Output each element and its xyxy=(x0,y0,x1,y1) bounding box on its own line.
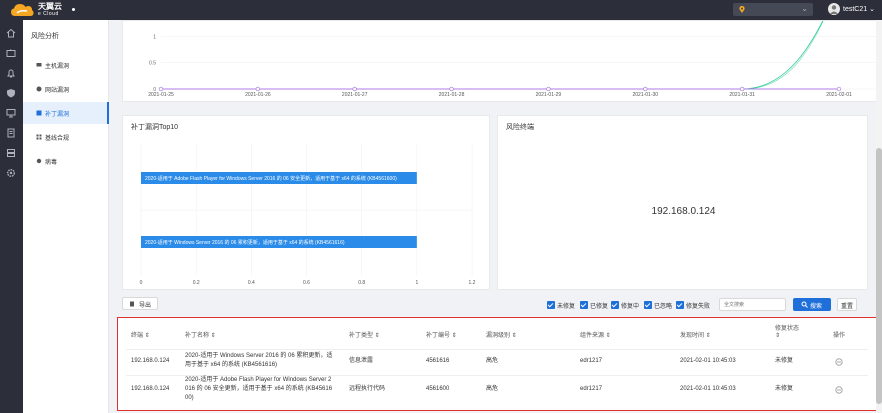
shield-icon[interactable] xyxy=(6,88,16,98)
series-point xyxy=(546,86,551,92)
col-header-type[interactable]: 补丁类型 ⇕ xyxy=(349,330,380,339)
ignore-action-icon[interactable] xyxy=(835,358,843,366)
x-tick-label: 2021-01-28 xyxy=(439,92,465,98)
col-header-source[interactable]: 组件来源 ⇕ xyxy=(580,330,611,339)
brand-dot xyxy=(72,8,75,11)
trend-line-chart: 10.502021-01-25 2021-01-26 2021-01-27 2021-… xyxy=(148,0,881,98)
ignore-action-icon[interactable] xyxy=(835,386,843,394)
series-point xyxy=(449,86,454,92)
monitor-icon xyxy=(36,63,42,67)
sidebar-item-web-vuln[interactable]: 网站漏洞 xyxy=(23,78,109,100)
sidebar-item-label: 病毒 xyxy=(45,160,58,166)
row-divider xyxy=(126,349,868,350)
sidebar-item-label: 补丁漏洞 xyxy=(45,112,70,118)
series-point xyxy=(158,86,164,92)
user-menu[interactable]: testC21 ⌄ xyxy=(843,5,875,13)
col-header-name[interactable]: 补丁名称 ⇕ xyxy=(185,330,216,339)
reset-button[interactable]: 重置 xyxy=(837,298,857,311)
sidebar-item-virus[interactable]: 病毒 xyxy=(23,150,109,172)
export-button[interactable]: 导出 xyxy=(122,297,158,310)
region-select[interactable]: ⌄ xyxy=(733,3,813,16)
search-button[interactable]: 搜索 xyxy=(793,298,831,311)
avatar[interactable] xyxy=(828,3,840,15)
x-tick-label: 2021-01-25 xyxy=(148,92,174,98)
search-icon xyxy=(801,301,808,308)
x-tick-label: 0.6 xyxy=(303,280,310,286)
x-tick-label: 2021-01-31 xyxy=(729,92,755,98)
risk-terminal-card: 风险终端 192.168.0.124 xyxy=(497,115,868,290)
sidebar-item-label: 网站漏洞 xyxy=(45,88,70,94)
x-tick-label: 1.2 xyxy=(469,280,476,286)
sidebar: 风险分析 主机漏洞 网站漏洞 补丁漏洞 基线合规 病毒 xyxy=(23,20,109,413)
series-point xyxy=(643,86,648,92)
sidebar-item-label: 基线合规 xyxy=(45,136,70,142)
series-point xyxy=(255,86,261,92)
folder-icon[interactable] xyxy=(6,48,16,58)
bar-label: 2020-适用于 Adobe Flash Player for Windows … xyxy=(145,175,397,182)
sidebar-item-host-vuln[interactable]: 主机漏洞 xyxy=(23,54,109,76)
brand-name: 天翼云 xyxy=(38,2,62,11)
location-pin-icon xyxy=(739,6,745,13)
bar-label: 2020-适用于 Windows Server 2016 的 06 累积更新，适… xyxy=(145,239,345,246)
patch-top10-bar-chart: 0 0.2 0.4 0.6 0.8 1 1.2 2020-适用于 Adobe Flash Pl… xyxy=(140,144,476,286)
x-tick-label: 2021-01-30 xyxy=(632,92,658,98)
user-name: testC21 xyxy=(843,6,868,13)
series-point xyxy=(352,86,357,92)
server-icon[interactable] xyxy=(6,148,16,158)
x-tick-label: 2021-02-01 xyxy=(826,92,852,98)
gear-icon[interactable] xyxy=(6,168,16,178)
sidebar-title: 风险分析 xyxy=(31,33,59,40)
x-tick-label: 0.4 xyxy=(248,280,255,286)
grid-icon xyxy=(36,134,42,140)
cloud-logo-icon xyxy=(11,4,34,16)
x-tick-label: 2021-01-29 xyxy=(536,92,562,98)
search-label: 搜索 xyxy=(810,304,823,310)
x-tick-label: 2021-01-27 xyxy=(342,92,368,98)
page-scrollbar-thumb[interactable] xyxy=(876,148,882,404)
x-tick-label: 1 xyxy=(415,280,418,286)
virus-icon xyxy=(36,158,42,164)
y-tick-label: 1 xyxy=(153,34,156,40)
x-tick-label: 0.2 xyxy=(193,280,200,286)
patch-table: 终端 ⇕ 补丁名称 ⇕ 补丁类型 ⇕ 补丁编号 ⇕ 漏洞级别 ⇕ 组件来源 ⇕ … xyxy=(117,317,877,411)
col-header-terminal[interactable]: 终端 ⇕ xyxy=(131,330,150,339)
sidebar-item-patch-vuln[interactable]: 补丁漏洞 xyxy=(23,102,109,124)
chevron-down-icon: ⌄ xyxy=(801,4,808,13)
home-icon[interactable] xyxy=(6,28,16,38)
trend-chart-card: 1 0.5 0 2021-01-25 2021-01-26 2021-01-27 2021-… xyxy=(122,0,881,102)
patch-top10-card: 补丁漏洞Top10 0 0.2 0.4 0.6 0.8 1 1.2 2020-适用于 Adob… xyxy=(122,115,490,290)
card-title: 风险终端 xyxy=(506,124,534,131)
top-bar: 天翼云 e Cloud ⌄ testC21 ⌄ xyxy=(0,0,882,20)
col-header-status[interactable]: 修复状态 ⇕ xyxy=(775,323,799,339)
series-point xyxy=(739,86,745,92)
col-header-action: 操作 xyxy=(833,333,846,339)
brand-subtitle: e Cloud xyxy=(38,11,59,17)
y-tick-label: 0.5 xyxy=(149,61,156,67)
export-label: 导出 xyxy=(139,303,152,309)
series-line-shadow xyxy=(744,0,833,90)
series-line-0 xyxy=(161,0,833,90)
x-tick-label: 2021-01-26 xyxy=(245,92,271,98)
patch-icon xyxy=(36,110,42,116)
icon-nav-bar xyxy=(0,20,23,413)
globe-icon xyxy=(36,86,42,92)
x-tick-label: 0.8 xyxy=(358,280,365,286)
file-icon xyxy=(130,301,134,307)
document-icon[interactable] xyxy=(6,128,16,138)
col-header-level[interactable]: 漏洞级别 ⇕ xyxy=(486,330,517,339)
col-header-time[interactable]: 发现时间 ⇕ xyxy=(680,330,711,339)
x-tick-label: 0 xyxy=(140,280,143,286)
risk-terminal-ip: 192.168.0.124 xyxy=(651,206,716,217)
sidebar-item-baseline[interactable]: 基线合规 xyxy=(23,126,109,148)
series-point xyxy=(836,86,842,92)
bell-icon[interactable] xyxy=(6,68,16,78)
monitor-icon[interactable] xyxy=(6,108,16,118)
sidebar-item-label: 主机漏洞 xyxy=(45,64,70,70)
col-header-id[interactable]: 补丁编号 ⇕ xyxy=(426,330,457,339)
search-input[interactable] xyxy=(719,298,786,311)
